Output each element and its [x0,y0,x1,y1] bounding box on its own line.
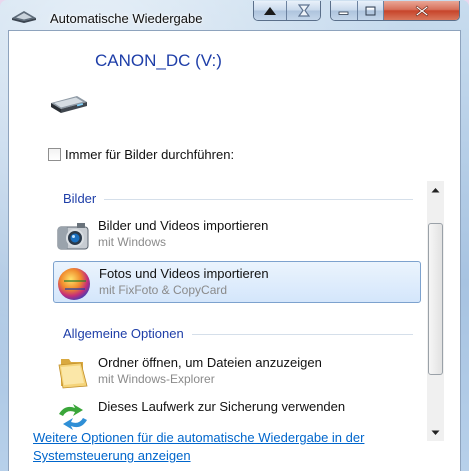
item-title: Ordner öffnen, um Dateien anzuzeigen [98,355,322,370]
fixfoto-icon [58,268,90,300]
removable-drive-icon [51,96,87,113]
group-heading-label: Allgemeine Optionen [63,326,184,341]
list-scrollbar[interactable] [427,181,444,441]
triangle-up-icon [264,6,276,15]
group-divider [191,334,413,335]
item-subtitle: mit Windows [98,235,167,249]
dialog-content: CANON_DC (V:) Immer für Bilder durchführ… [8,30,461,471]
item-title: Fotos und Videos importieren [99,266,269,281]
back-button[interactable] [254,1,288,20]
item-subtitle: mit Windows-Explorer [98,372,215,386]
close-icon [415,5,428,16]
hourglass-icon [297,4,310,17]
always-label: Immer für Bilder durchführen: [65,147,235,162]
list-item-import-windows[interactable]: Bilder und Videos importieren mit Window… [53,214,421,256]
window-controls [330,1,460,21]
window-title: Automatische Wiedergabe [50,11,203,26]
scroll-thumb[interactable] [428,223,443,375]
maximize-icon [365,6,376,15]
list-item-import-fixfoto[interactable]: Fotos und Videos importieren mit FixFoto… [53,261,421,303]
minimize-button[interactable] [331,1,358,20]
autoplay-icon [12,11,36,23]
device-name: CANON_DC (V:) [95,51,222,70]
always-checkbox[interactable] [48,148,61,161]
camera-icon [57,223,89,250]
maximize-button[interactable] [357,1,385,20]
group-heading-bilder: Bilder [63,191,413,206]
item-subtitle: mit FixFoto & CopyCard [99,283,228,297]
chevron-down-icon [431,430,440,435]
group-heading-allgemein: Allgemeine Optionen [63,326,413,341]
item-title: Bilder und Videos importieren [98,218,269,233]
title-bar[interactable]: Automatische Wiedergabe [0,0,469,30]
autoplay-window: Automatische Wiedergabe CANON_DC (V:) Im… [0,0,469,471]
folder-icon [58,359,88,389]
chevron-up-icon [431,187,440,192]
hourglass-button[interactable] [287,1,320,20]
list-item-open-folder[interactable]: Ordner öffnen, um Dateien anzuzeigen mit… [53,351,421,393]
group-heading-label: Bilder [63,191,97,206]
group-divider [104,199,413,200]
minimize-icon [338,11,349,15]
always-do-option[interactable]: Immer für Bilder durchführen: [48,147,234,162]
caption-extra-buttons [253,1,321,21]
close-button[interactable] [384,1,459,20]
item-title: Dieses Laufwerk zur Sicherung verwenden [98,399,346,414]
action-list: Bilder Bilder und Videos importieren mit… [49,181,425,444]
more-options-link[interactable]: Weitere Optionen für die automatische Wi… [33,429,423,465]
scroll-up-button[interactable] [427,181,444,198]
scroll-down-button[interactable] [427,424,444,441]
